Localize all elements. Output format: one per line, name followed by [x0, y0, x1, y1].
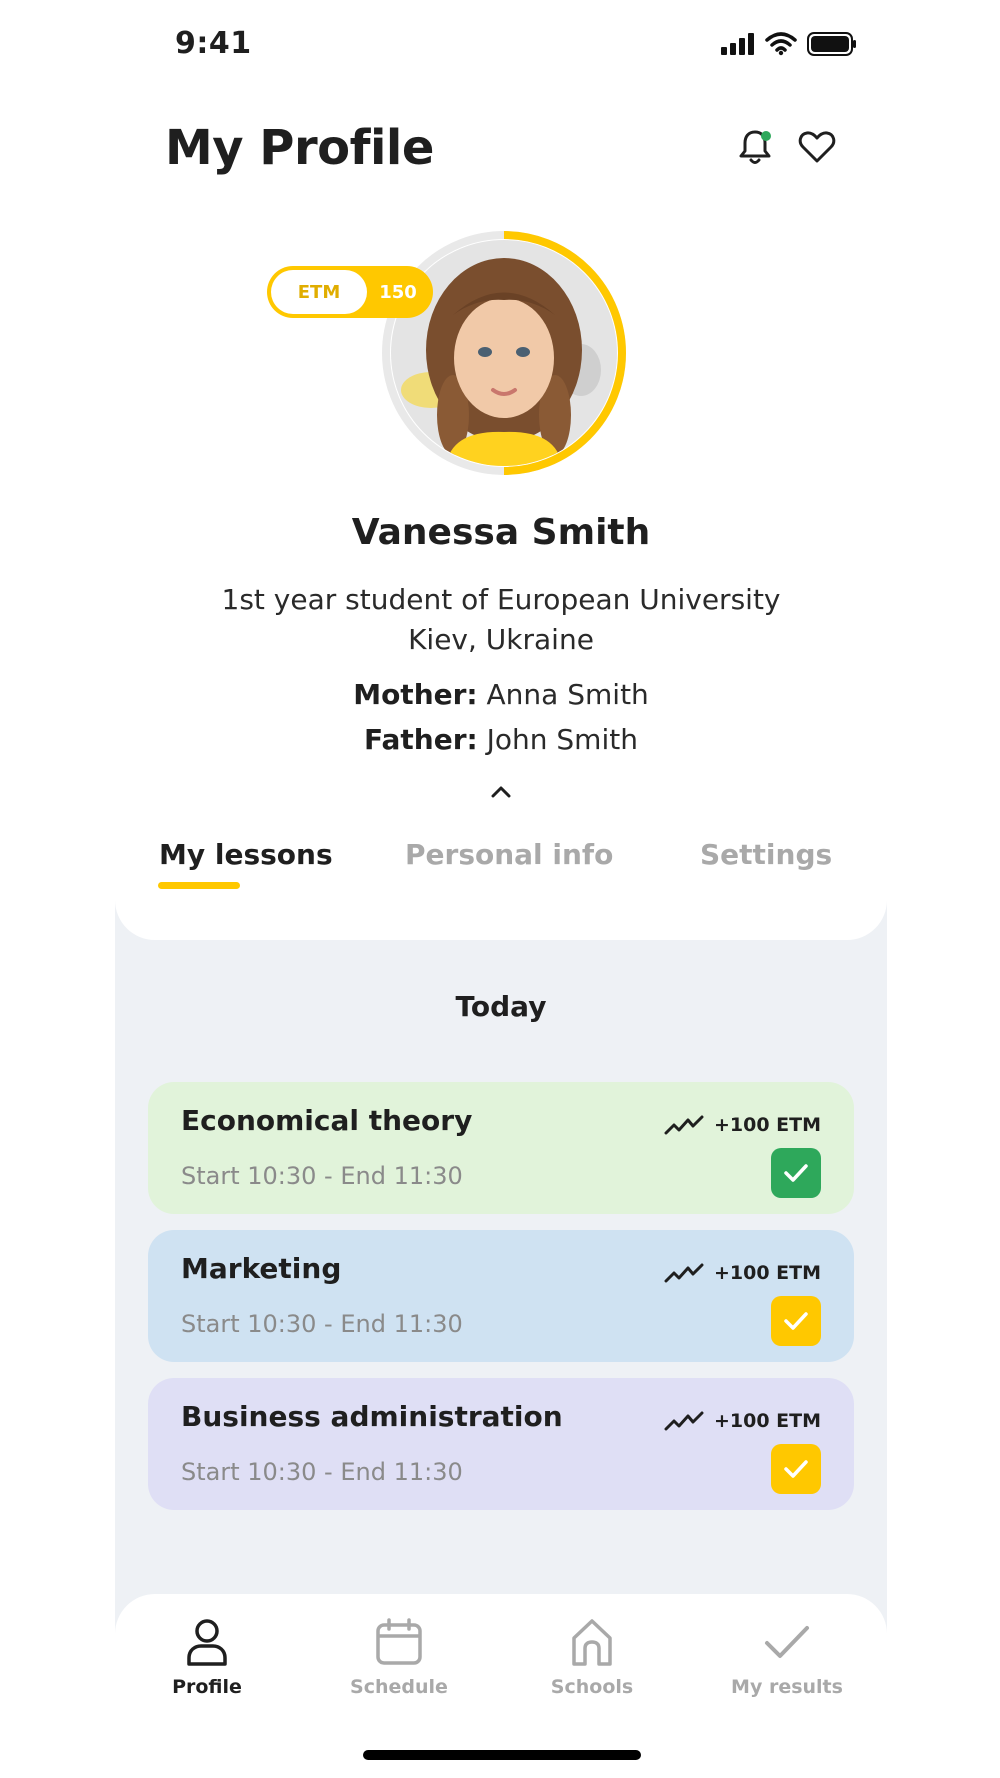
trend-icon: [664, 1263, 704, 1283]
nav-profile[interactable]: Profile: [147, 1616, 267, 1698]
nav-schools-label: Schools: [550, 1676, 634, 1698]
mother-name: Anna Smith: [486, 678, 649, 711]
lesson-time: Start 10:30 - End 11:30: [181, 1310, 463, 1338]
lessons-heading: Today: [455, 990, 547, 1023]
phone-screen: 9:41 My Profile ETM 150 Vanessa Smith 1s…: [115, 0, 887, 1778]
check-icon: [784, 1460, 808, 1478]
lesson-points-value: +100 ETM: [713, 1114, 821, 1136]
collapse-button[interactable]: [483, 778, 519, 804]
status-icons: [721, 32, 857, 56]
father-label: Father:: [364, 723, 478, 756]
lesson-card[interactable]: Economical theory Start 10:30 - End 11:3…: [148, 1082, 854, 1214]
calendar-icon: [376, 1618, 422, 1665]
favorites-button[interactable]: [797, 127, 837, 167]
home-icon: [572, 1619, 612, 1666]
page-title: My Profile: [165, 120, 434, 176]
lesson-card[interactable]: Marketing Start 10:30 - End 11:30 +100 E…: [148, 1230, 854, 1362]
lesson-time: Start 10:30 - End 11:30: [181, 1162, 463, 1190]
user-icon: [187, 1619, 227, 1666]
tab-my-lessons[interactable]: My lessons: [159, 838, 333, 871]
lesson-title: Economical theory: [181, 1104, 473, 1137]
lesson-time: Start 10:30 - End 11:30: [181, 1458, 463, 1486]
lesson-complete-checkbox[interactable]: [771, 1296, 821, 1346]
etm-badge-label: ETM: [271, 270, 367, 314]
etm-badge[interactable]: ETM 150: [267, 266, 433, 318]
battery-icon: [807, 32, 856, 56]
tab-personal-info[interactable]: Personal info: [405, 838, 613, 871]
tab-bar: My lessons Personal info Settings: [115, 820, 887, 940]
lesson-points-value: +100 ETM: [713, 1410, 821, 1432]
avatar-container: [379, 228, 629, 478]
wifi-icon: [765, 32, 797, 56]
mother-row: Mother: Anna Smith: [115, 678, 887, 711]
lesson-points: +100 ETM: [664, 1114, 821, 1136]
trend-icon: [664, 1115, 704, 1135]
chevron-up-icon: [491, 786, 511, 798]
lesson-points-value: +100 ETM: [713, 1262, 821, 1284]
heart-icon: [798, 131, 836, 163]
father-name: John Smith: [486, 723, 638, 756]
etm-badge-points: 150: [379, 281, 417, 303]
lesson-title: Marketing: [181, 1252, 342, 1285]
check-icon: [784, 1164, 808, 1182]
profile-subtitle: 1st year student of European University …: [115, 580, 887, 660]
lesson-card[interactable]: Business administration Start 10:30 - En…: [148, 1378, 854, 1510]
notification-dot: [761, 131, 771, 141]
status-time: 9:41: [175, 26, 252, 61]
lesson-complete-checkbox[interactable]: [771, 1148, 821, 1198]
father-row: Father: John Smith: [115, 723, 887, 756]
lesson-title: Business administration: [181, 1400, 563, 1433]
active-tab-indicator: [158, 882, 240, 889]
profile-name: Vanessa Smith: [351, 512, 651, 553]
lesson-points: +100 ETM: [664, 1410, 821, 1432]
check-icon: [784, 1312, 808, 1330]
lesson-complete-checkbox[interactable]: [771, 1444, 821, 1494]
mother-label: Mother:: [353, 678, 478, 711]
nav-schools[interactable]: Schools: [532, 1616, 652, 1698]
profile-subtitle-line2: Kiev, Ukraine: [408, 623, 594, 656]
profile-subtitle-line1: 1st year student of European University: [221, 583, 781, 616]
header-actions: [735, 127, 837, 167]
trend-icon: [664, 1411, 704, 1431]
tab-settings[interactable]: Settings: [700, 838, 832, 871]
nav-my-results[interactable]: My results: [727, 1616, 847, 1698]
nav-schedule[interactable]: Schedule: [339, 1616, 459, 1698]
lesson-points: +100 ETM: [664, 1262, 821, 1284]
signal-icon: [721, 33, 754, 55]
notifications-button[interactable]: [735, 127, 775, 167]
check-icon: [765, 1626, 809, 1658]
nav-schedule-label: Schedule: [350, 1676, 448, 1698]
nav-my-results-label: My results: [731, 1676, 843, 1698]
home-indicator: [363, 1750, 641, 1760]
nav-profile-label: Profile: [172, 1676, 242, 1698]
